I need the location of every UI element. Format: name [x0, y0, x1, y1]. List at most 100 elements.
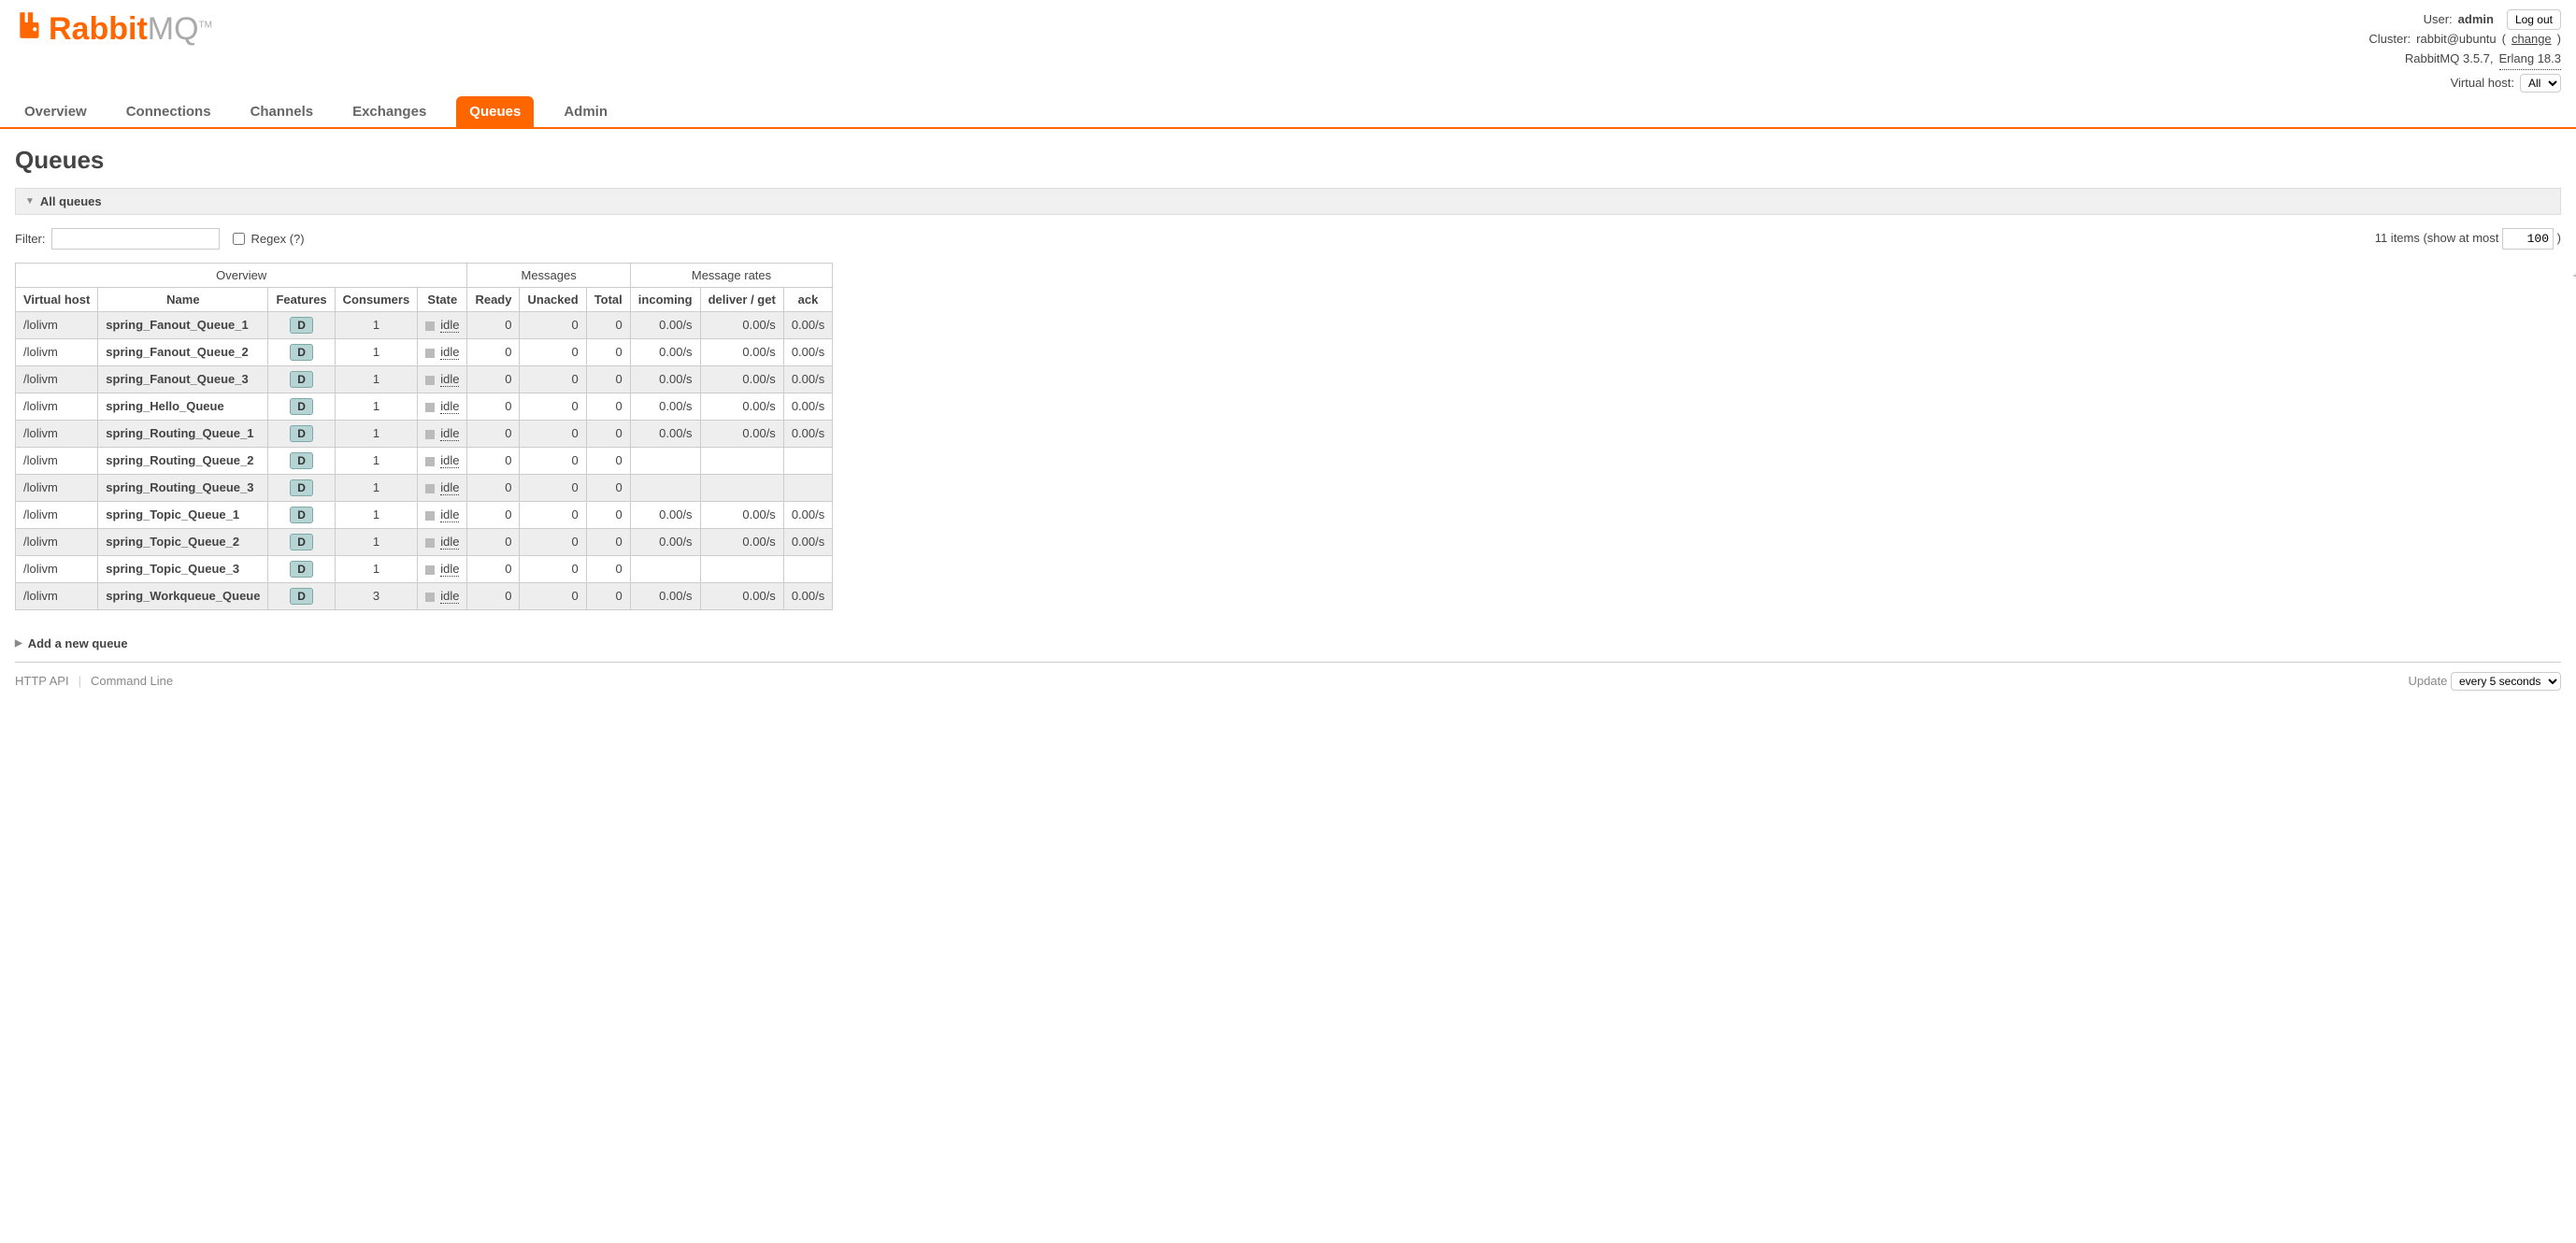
table-row: /lolivmspring_Workqueue_QueueD3idle0000.…: [16, 582, 833, 609]
columns-toggle[interactable]: +/-: [2572, 268, 2576, 282]
state-label[interactable]: idle: [440, 372, 459, 387]
state-label[interactable]: idle: [440, 318, 459, 333]
col-header[interactable]: ack: [783, 287, 832, 311]
cell-deliver: 0.00/s: [700, 365, 783, 393]
queue-name-link[interactable]: spring_Hello_Queue: [98, 393, 268, 420]
state-label[interactable]: idle: [440, 507, 459, 522]
cell-vhost: /lolivm: [16, 447, 98, 474]
col-header[interactable]: deliver / get: [700, 287, 783, 311]
queue-name-link[interactable]: spring_Topic_Queue_3: [98, 555, 268, 582]
idle-icon: [425, 349, 435, 358]
vhost-select[interactable]: All: [2520, 74, 2561, 93]
queue-name-link[interactable]: spring_Workqueue_Queue: [98, 582, 268, 609]
erlang-version[interactable]: Erlang 18.3: [2499, 50, 2562, 70]
command-line-link[interactable]: Command Line: [91, 674, 173, 688]
regex-label[interactable]: Regex (?): [251, 232, 305, 246]
group-header-rates: Message rates: [630, 263, 832, 287]
idle-icon: [425, 484, 435, 493]
durable-badge[interactable]: D: [290, 452, 313, 469]
tab-admin[interactable]: Admin: [554, 96, 617, 127]
queue-name-link[interactable]: spring_Fanout_Queue_3: [98, 365, 268, 393]
col-header[interactable]: Ready: [467, 287, 520, 311]
durable-badge[interactable]: D: [290, 371, 313, 388]
http-api-link[interactable]: HTTP API: [15, 674, 69, 688]
state-label[interactable]: idle: [440, 345, 459, 360]
queue-name-link[interactable]: spring_Routing_Queue_2: [98, 447, 268, 474]
cell-total: 0: [586, 420, 630, 447]
group-header-overview: Overview: [16, 263, 467, 287]
col-header[interactable]: incoming: [630, 287, 700, 311]
cell-incoming: 0.00/s: [630, 338, 700, 365]
tab-queues[interactable]: Queues: [456, 96, 534, 127]
table-row: /lolivmspring_Fanout_Queue_2D1idle0000.0…: [16, 338, 833, 365]
logo[interactable]: RabbitMQTM: [15, 9, 212, 50]
logo-tm: TM: [199, 21, 212, 31]
state-label[interactable]: idle: [440, 453, 459, 468]
durable-badge[interactable]: D: [290, 534, 313, 550]
cell-state: idle: [418, 311, 467, 338]
cell-total: 0: [586, 528, 630, 555]
add-queue-section-toggle[interactable]: ▶ Add a new queue: [15, 636, 2561, 650]
queue-name-link[interactable]: spring_Topic_Queue_1: [98, 501, 268, 528]
cell-total: 0: [586, 311, 630, 338]
chevron-down-icon: ▼: [25, 196, 35, 207]
cell-total: 0: [586, 338, 630, 365]
state-label[interactable]: idle: [440, 535, 459, 550]
cell-consumers: 1: [335, 393, 418, 420]
durable-badge[interactable]: D: [290, 344, 313, 361]
durable-badge[interactable]: D: [290, 561, 313, 578]
col-header[interactable]: State: [418, 287, 467, 311]
cell-incoming: 0.00/s: [630, 311, 700, 338]
col-header[interactable]: Total: [586, 287, 630, 311]
regex-checkbox[interactable]: [233, 233, 245, 245]
update-interval-select[interactable]: every 5 seconds: [2451, 672, 2561, 691]
state-label[interactable]: idle: [440, 589, 459, 604]
cell-vhost: /lolivm: [16, 420, 98, 447]
state-label[interactable]: idle: [440, 399, 459, 414]
cell-features: D: [268, 474, 335, 501]
col-header[interactable]: Consumers: [335, 287, 418, 311]
user-label: User:: [2424, 10, 2453, 30]
cell-total: 0: [586, 474, 630, 501]
filter-input[interactable]: [51, 228, 220, 250]
tab-exchanges[interactable]: Exchanges: [343, 96, 436, 127]
cell-deliver: 0.00/s: [700, 501, 783, 528]
queue-name-link[interactable]: spring_Routing_Queue_3: [98, 474, 268, 501]
version-text: RabbitMQ 3.5.7,: [2405, 50, 2494, 69]
col-header[interactable]: Features: [268, 287, 335, 311]
cell-incoming: 0.00/s: [630, 365, 700, 393]
durable-badge[interactable]: D: [290, 317, 313, 334]
col-header[interactable]: Name: [98, 287, 268, 311]
state-label[interactable]: idle: [440, 480, 459, 495]
tab-connections[interactable]: Connections: [117, 96, 221, 127]
all-queues-section-toggle[interactable]: ▼ All queues: [15, 188, 2561, 215]
cell-deliver: [700, 474, 783, 501]
durable-badge[interactable]: D: [290, 507, 313, 523]
change-link[interactable]: change: [2512, 30, 2552, 50]
cell-features: D: [268, 393, 335, 420]
page-size-input[interactable]: [2502, 228, 2554, 250]
durable-badge[interactable]: D: [290, 588, 313, 605]
state-label[interactable]: idle: [440, 562, 459, 577]
durable-badge[interactable]: D: [290, 479, 313, 496]
idle-icon: [425, 538, 435, 548]
cell-state: idle: [418, 528, 467, 555]
durable-badge[interactable]: D: [290, 425, 313, 442]
queue-name-link[interactable]: spring_Fanout_Queue_2: [98, 338, 268, 365]
cell-ready: 0: [467, 338, 520, 365]
col-header[interactable]: Unacked: [520, 287, 586, 311]
queue-name-link[interactable]: spring_Fanout_Queue_1: [98, 311, 268, 338]
col-header[interactable]: Virtual host: [16, 287, 98, 311]
durable-badge[interactable]: D: [290, 398, 313, 415]
tab-overview[interactable]: Overview: [15, 96, 96, 127]
cell-total: 0: [586, 365, 630, 393]
cell-unacked: 0: [520, 582, 586, 609]
cell-incoming: 0.00/s: [630, 393, 700, 420]
cell-state: idle: [418, 447, 467, 474]
logout-button[interactable]: Log out: [2507, 9, 2561, 30]
queue-name-link[interactable]: spring_Routing_Queue_1: [98, 420, 268, 447]
tab-channels[interactable]: Channels: [241, 96, 323, 127]
state-label[interactable]: idle: [440, 426, 459, 441]
queue-name-link[interactable]: spring_Topic_Queue_2: [98, 528, 268, 555]
cell-deliver: 0.00/s: [700, 420, 783, 447]
